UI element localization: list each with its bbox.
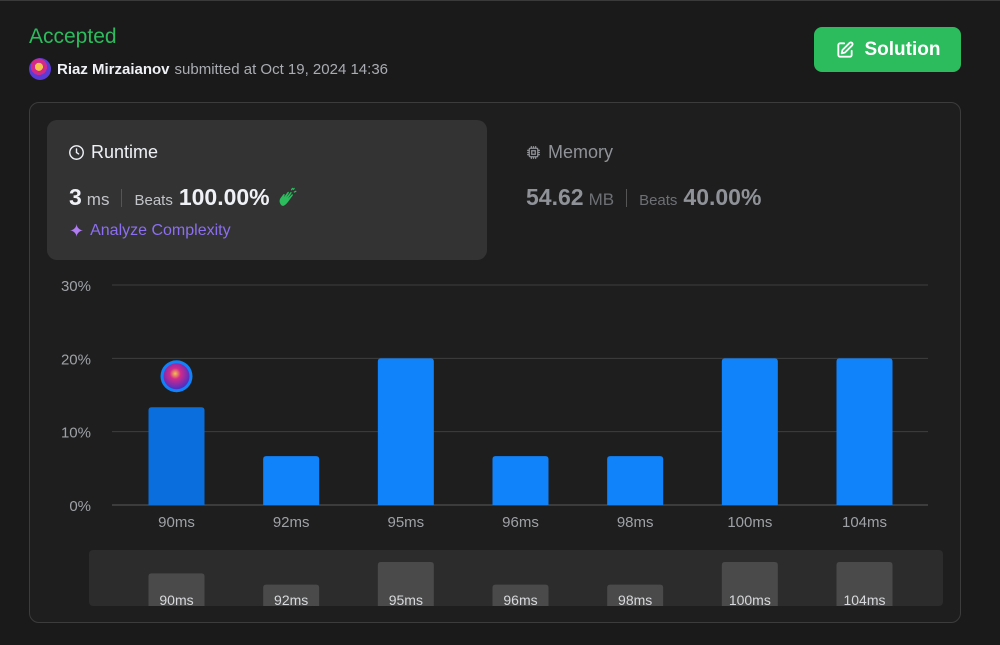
runtime-value: 3: [69, 184, 82, 210]
mini-bar-96ms[interactable]: [492, 584, 549, 606]
memory-beats-label: Beats: [639, 192, 678, 209]
bar-95ms[interactable]: [377, 358, 434, 505]
bar-90ms[interactable]: [148, 407, 205, 505]
runtime-unit: ms: [86, 190, 110, 209]
bar-98ms[interactable]: [607, 456, 664, 505]
memory-title-label: Memory: [548, 142, 614, 162]
clap-icon: [279, 187, 297, 206]
runtime-beats-value: 100.00%: [178, 184, 270, 210]
bar-104ms[interactable]: [836, 358, 893, 505]
runtime-beats-label: Beats: [134, 192, 173, 209]
sparkle-icon: ✦: [69, 221, 85, 241]
memory-title[interactable]: Memory: [525, 142, 613, 163]
bar-92ms[interactable]: [263, 456, 320, 505]
mini-bar-100ms[interactable]: [721, 562, 778, 606]
bar-96ms[interactable]: [492, 456, 549, 505]
user-name[interactable]: Riaz Mirzaianov: [57, 61, 170, 78]
mini-bar-90ms[interactable]: [148, 573, 205, 606]
edit-icon: [836, 41, 853, 58]
divider: [626, 188, 628, 207]
memory-metric: 54.62 MB Beats 40.00%: [526, 184, 761, 211]
mini-bar-92ms[interactable]: [263, 584, 320, 606]
memory-unit: MB: [588, 190, 615, 209]
clock-icon: [69, 145, 84, 160]
divider: [121, 188, 123, 207]
submitter-line: Riaz Mirzaianov submitted at Oct 19, 202…: [29, 58, 388, 80]
avatar[interactable]: [29, 58, 51, 80]
runtime-metric: 3 ms Beats 100.00%: [69, 184, 298, 211]
solution-button[interactable]: Solution: [814, 27, 961, 72]
bar-100ms[interactable]: [721, 358, 778, 505]
memory-beats-value: 40.00%: [683, 184, 762, 210]
chip-icon: [527, 146, 540, 159]
mini-bar-98ms[interactable]: [607, 584, 664, 606]
analyze-complexity-link[interactable]: ✦ Analyze Complexity: [69, 222, 231, 240]
analyze-label: Analyze Complexity: [90, 222, 231, 239]
solution-label: Solution: [864, 38, 941, 60]
mini-bar-95ms[interactable]: [377, 562, 434, 606]
submission-meta: submitted at Oct 19, 2024 14:36: [174, 60, 389, 78]
memory-value: 54.62: [526, 184, 584, 210]
runtime-title: Runtime: [68, 142, 158, 163]
status-label: Accepted: [29, 25, 117, 48]
mini-bar-104ms[interactable]: [836, 562, 893, 606]
runtime-title-label: Runtime: [91, 142, 159, 162]
